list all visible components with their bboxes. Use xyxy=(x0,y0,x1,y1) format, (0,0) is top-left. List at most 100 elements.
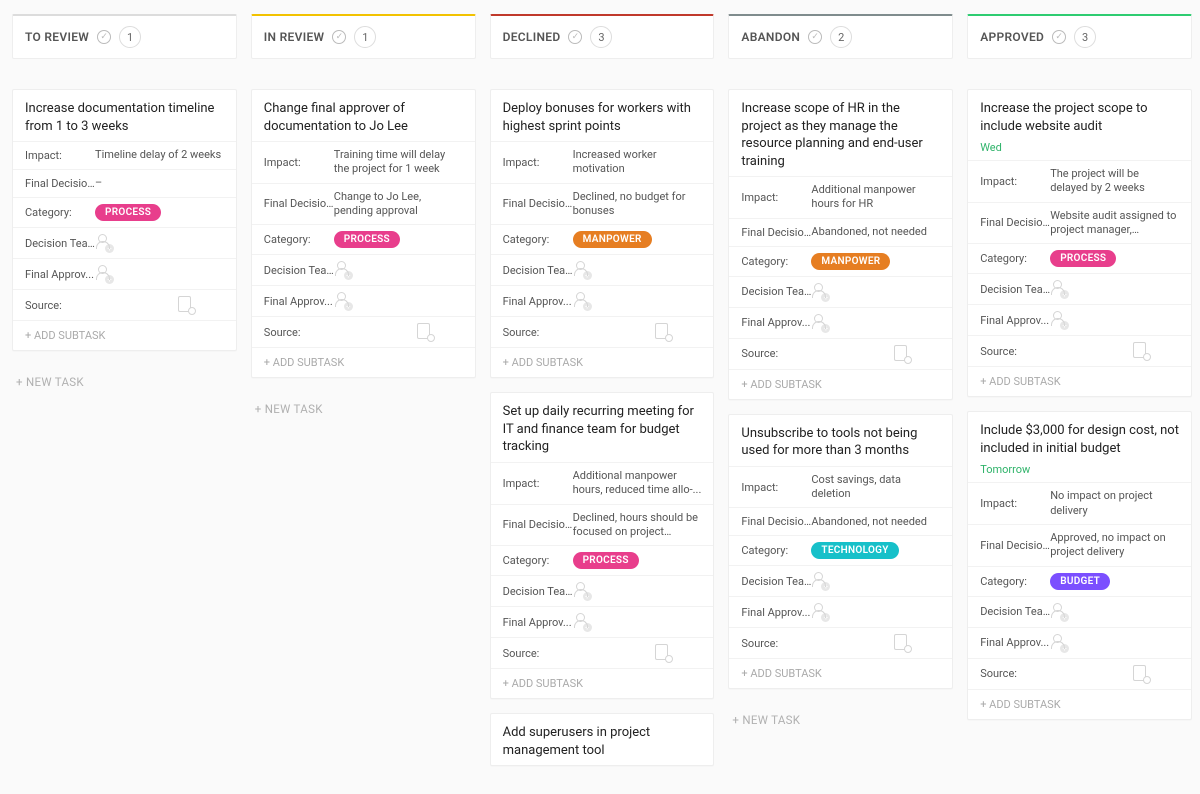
column-header[interactable]: ABANDON2 xyxy=(728,14,953,59)
assign-person-icon[interactable]: + xyxy=(811,603,829,621)
document-icon[interactable] xyxy=(1133,665,1149,683)
column-count: 2 xyxy=(830,26,852,48)
label-final-decision: Final Decision: xyxy=(25,177,95,190)
new-task-button[interactable]: + NEW TASK xyxy=(728,703,953,737)
row-category: Category:PROCESS xyxy=(968,243,1191,273)
value-final-decision: Change to Jo Lee, pending approval xyxy=(334,190,463,219)
column-header[interactable]: IN REVIEW1 xyxy=(251,14,476,59)
category-tag[interactable]: PROCESS xyxy=(95,204,161,221)
label-final-decision: Final Decision: xyxy=(264,197,334,210)
document-icon[interactable] xyxy=(894,634,910,652)
label-category: Category: xyxy=(264,233,334,246)
category-tag[interactable]: PROCESS xyxy=(1050,250,1116,267)
add-subtask-button[interactable]: + ADD SUBTASK xyxy=(252,347,475,377)
assign-person-icon[interactable]: + xyxy=(573,261,591,279)
assign-person-icon[interactable]: + xyxy=(1050,280,1068,298)
plus-icon: + xyxy=(583,592,592,601)
plus-icon: + xyxy=(821,582,830,591)
assign-person-icon[interactable]: + xyxy=(1050,311,1068,329)
task-card[interactable]: Deploy bonuses for workers with high­est… xyxy=(490,89,715,378)
label-category: Category: xyxy=(503,554,573,567)
assign-person-icon[interactable]: + xyxy=(811,314,829,332)
document-icon[interactable] xyxy=(655,644,671,662)
row-source: Source: xyxy=(252,316,475,347)
plus-icon: + xyxy=(583,302,592,311)
row-final-decision: Final Decision:Website audit assigned to… xyxy=(968,202,1191,244)
assign-person-icon[interactable]: + xyxy=(573,613,591,631)
assign-person-icon[interactable]: + xyxy=(573,582,591,600)
check-icon xyxy=(568,30,582,44)
task-card[interactable]: Include $3,000 for design cost, not in­c… xyxy=(967,411,1192,719)
column-header[interactable]: TO REVIEW1 xyxy=(12,14,237,59)
row-impact: Impact:Additional manpower hours, reduce… xyxy=(491,462,714,504)
row-source: Source: xyxy=(13,289,236,320)
column-header[interactable]: APPROVED3 xyxy=(967,14,1192,59)
category-tag[interactable]: PROCESS xyxy=(573,552,639,569)
assign-person-icon[interactable]: + xyxy=(1050,634,1068,652)
label-final-approver: Final Approv... xyxy=(741,316,811,329)
value-final-decision: – xyxy=(95,176,224,190)
label-source: Source: xyxy=(980,345,1050,358)
add-subtask-button[interactable]: + ADD SUBTASK xyxy=(13,320,236,350)
category-tag[interactable]: TECHNOLOGY xyxy=(811,542,898,559)
task-card[interactable]: Unsubscribe to tools not being used for … xyxy=(728,414,953,690)
task-card[interactable]: Increase the project scope to include we… xyxy=(967,89,1192,397)
assign-person-icon[interactable]: + xyxy=(573,292,591,310)
column-count: 1 xyxy=(354,26,376,48)
new-task-button[interactable]: + NEW TASK xyxy=(12,365,237,399)
document-icon[interactable] xyxy=(1133,342,1149,360)
document-icon[interactable] xyxy=(417,323,433,341)
add-subtask-button[interactable]: + ADD SUBTASK xyxy=(491,347,714,377)
row-decision-team: Decision Tea...+ xyxy=(491,254,714,285)
new-task-button[interactable]: + NEW TASK xyxy=(251,392,476,426)
label-final-approver: Final Approv... xyxy=(25,268,95,281)
label-final-decision: Final Decision: xyxy=(980,216,1050,229)
value-final-decision: Website audit assigned to project manage… xyxy=(1050,209,1179,238)
row-source: Source: xyxy=(729,338,952,369)
category-tag[interactable]: BUDGET xyxy=(1050,573,1110,590)
label-decision-team: Decision Tea... xyxy=(741,285,811,298)
assign-person-icon[interactable]: + xyxy=(95,234,113,252)
assign-person-icon[interactable]: + xyxy=(95,265,113,283)
category-tag[interactable]: MANPOWER xyxy=(573,231,652,248)
add-subtask-button[interactable]: + ADD SUBTASK xyxy=(729,658,952,688)
label-impact: Impact: xyxy=(503,156,573,169)
add-subtask-button[interactable]: + ADD SUBTASK xyxy=(729,369,952,399)
assign-person-icon[interactable]: + xyxy=(811,283,829,301)
document-icon[interactable] xyxy=(655,323,671,341)
column-header[interactable]: DECLINED3 xyxy=(490,14,715,59)
add-subtask-button[interactable]: + ADD SUBTASK xyxy=(968,366,1191,396)
card-title: Include $3,000 for design cost, not in­c… xyxy=(968,412,1191,463)
label-source: Source: xyxy=(980,667,1050,680)
label-final-decision: Final Decision: xyxy=(503,518,573,531)
plus-icon: + xyxy=(821,293,830,302)
plus-icon: + xyxy=(105,275,114,284)
document-icon[interactable] xyxy=(894,345,910,363)
plus-icon: + xyxy=(583,271,592,280)
task-card[interactable]: Increase documentation timeline from 1 t… xyxy=(12,89,237,351)
category-tag[interactable]: MANPOWER xyxy=(811,253,890,270)
assign-person-icon[interactable]: + xyxy=(334,292,352,310)
row-impact: Impact:Cost savings, data deletion xyxy=(729,466,952,508)
task-card[interactable]: Increase scope of HR in the project as t… xyxy=(728,89,953,400)
task-card[interactable]: Set up daily recurring meeting for IT an… xyxy=(490,392,715,699)
label-source: Source: xyxy=(503,647,573,660)
task-card[interactable]: Change final approver of documenta­tion … xyxy=(251,89,476,378)
check-icon xyxy=(808,30,822,44)
row-final-approver: Final Approv...+ xyxy=(729,596,952,627)
row-decision-team: Decision Tea...+ xyxy=(968,273,1191,304)
add-subtask-button[interactable]: + ADD SUBTASK xyxy=(968,689,1191,719)
assign-person-icon[interactable]: + xyxy=(334,261,352,279)
task-card[interactable]: Add superusers in project manage­ment to… xyxy=(490,713,715,766)
row-decision-team: Decision Tea... + xyxy=(729,276,952,307)
assign-person-icon[interactable]: + xyxy=(811,572,829,590)
row-final-decision: Final Decision:Abandoned, not needed xyxy=(729,218,952,246)
document-icon[interactable] xyxy=(178,296,194,314)
plus-icon: + xyxy=(1060,321,1069,330)
label-source: Source: xyxy=(741,637,811,650)
value-final-decision: Declined, no budget for bonuses xyxy=(573,190,702,219)
assign-person-icon[interactable]: + xyxy=(1050,603,1068,621)
category-tag[interactable]: PROCESS xyxy=(334,231,400,248)
row-category: Category:TECHNOLOGY xyxy=(729,535,952,565)
row-impact: Impact:Increased worker motivation xyxy=(491,141,714,183)
